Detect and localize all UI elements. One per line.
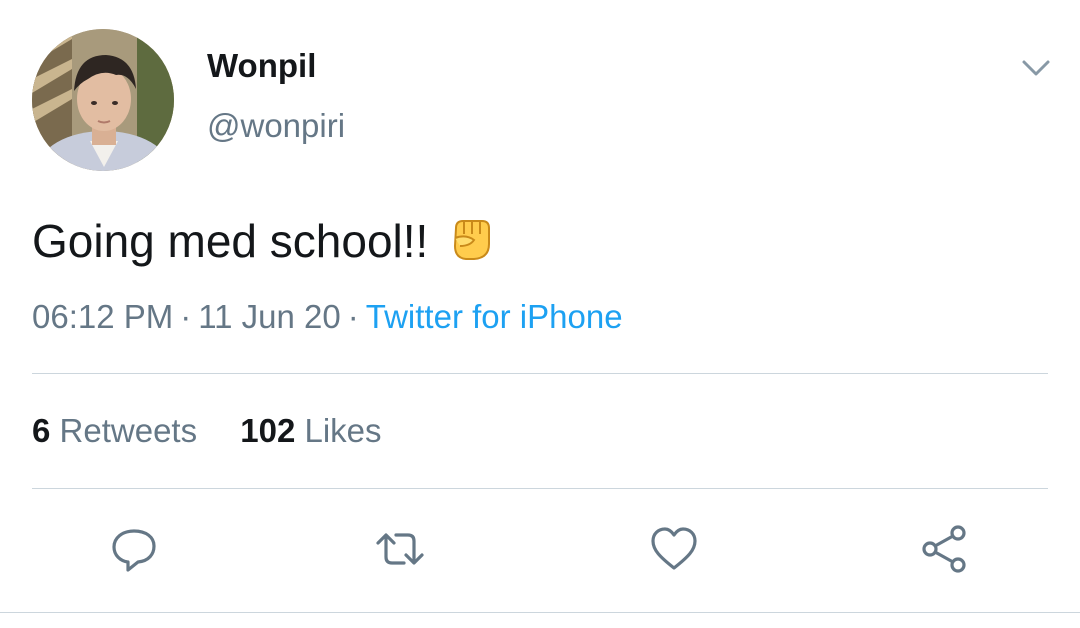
tweet-date: 11 Jun 20 <box>198 298 341 335</box>
likes-count: 102 <box>240 412 296 449</box>
divider <box>32 373 1048 374</box>
avatar-image <box>32 29 174 171</box>
user-handle[interactable]: @wonpiri <box>207 106 345 146</box>
meta-separator: · <box>180 298 192 335</box>
divider <box>32 488 1048 489</box>
likes-label: Likes <box>304 412 382 449</box>
retweets-stat[interactable]: 6 Retweets <box>32 412 197 449</box>
tweet-stats: 6 Retweets 102 Likes <box>32 411 382 451</box>
avatar[interactable] <box>32 29 174 171</box>
tweet-text-body: Going med school!! <box>32 215 429 267</box>
reply-icon[interactable] <box>108 523 160 575</box>
share-icon[interactable] <box>918 523 970 575</box>
chevron-down-icon[interactable] <box>1016 52 1056 84</box>
heart-icon[interactable] <box>648 523 700 575</box>
retweet-icon[interactable] <box>374 523 426 575</box>
divider <box>0 612 1080 613</box>
tweet-meta: 06:12 PM · 11 Jun 20 · Twitter for iPhone <box>32 297 623 337</box>
retweets-label: Retweets <box>59 412 198 449</box>
tweet-detail: Wonpil @wonpiri Going med school!! 06:12… <box>0 0 1080 628</box>
display-name[interactable]: Wonpil <box>207 46 316 86</box>
retweets-count: 6 <box>32 412 51 449</box>
likes-stat[interactable]: 102 Likes <box>240 412 381 449</box>
raised-fist-emoji <box>454 219 491 260</box>
meta-separator: · <box>347 298 359 335</box>
tweet-time: 06:12 PM <box>32 298 174 335</box>
tweet-text: Going med school!! <box>32 213 496 270</box>
tweet-source-link[interactable]: Twitter for iPhone <box>366 298 623 335</box>
